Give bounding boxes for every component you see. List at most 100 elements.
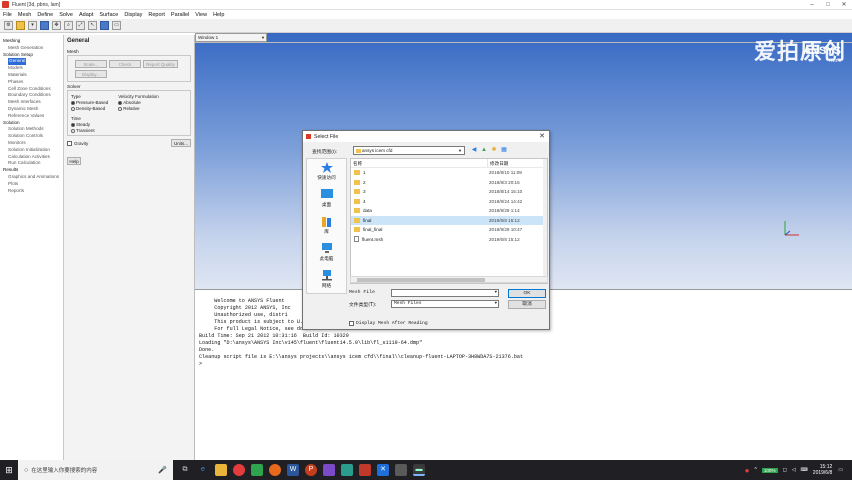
- visual-studio-icon[interactable]: ✕: [377, 464, 389, 476]
- save-icon[interactable]: ▾: [28, 21, 37, 30]
- view-menu-icon[interactable]: ▦: [500, 146, 508, 154]
- column-name[interactable]: 名称: [351, 159, 487, 167]
- tree-item[interactable]: Models: [0, 65, 63, 72]
- file-row[interactable]: final_final 2018/9/29 10:47: [351, 225, 547, 235]
- file-row[interactable]: 4 2018/9/24 14:42: [351, 197, 547, 207]
- console-prompt[interactable]: >: [199, 361, 852, 368]
- minimize-button[interactable]: –: [804, 0, 820, 10]
- tree-item-label[interactable]: General: [8, 58, 27, 66]
- network-icon[interactable]: ◻: [783, 467, 787, 473]
- gear-icon[interactable]: ⚙: [4, 21, 13, 30]
- file-explorer-icon[interactable]: [215, 464, 227, 476]
- app-purple-icon[interactable]: [323, 464, 335, 476]
- zoom-icon[interactable]: ⌕: [64, 21, 73, 30]
- tree-item[interactable]: Mesh Interfaces: [0, 99, 63, 106]
- file-row[interactable]: 1 2018/8/10 11:09: [351, 168, 547, 178]
- windows-start-icon[interactable]: ⊞: [0, 460, 18, 480]
- tray-chevron-icon[interactable]: ^: [754, 467, 756, 473]
- scale-button[interactable]: Scale...: [75, 60, 107, 68]
- menu-report[interactable]: Report: [148, 12, 165, 18]
- menu-surface[interactable]: Surface: [99, 12, 118, 18]
- menu-define[interactable]: Define: [37, 12, 53, 18]
- layout-icon[interactable]: [100, 21, 109, 30]
- notification-icon[interactable]: ▭: [838, 467, 843, 473]
- app-green-icon[interactable]: [251, 464, 263, 476]
- display-mesh-checkbox[interactable]: Display Mesh After Reading: [349, 321, 428, 326]
- tree-item[interactable]: Graphics and Animations: [0, 174, 63, 181]
- menu-display[interactable]: Display: [124, 12, 142, 18]
- place-libraries[interactable]: 库: [307, 213, 346, 240]
- tree-item[interactable]: Calculation Activities: [0, 154, 63, 161]
- back-icon[interactable]: ◀: [470, 146, 478, 154]
- battery-indicator[interactable]: 100%: [761, 467, 778, 473]
- pan-icon[interactable]: ✥: [52, 21, 61, 30]
- maximize-button[interactable]: □: [820, 0, 836, 10]
- zoom-fit-icon[interactable]: ⤢: [76, 21, 85, 30]
- file-row-selected[interactable]: final 2019/6/8 15:12: [351, 215, 547, 225]
- tree-item[interactable]: Mesh Generation: [0, 45, 63, 52]
- microphone-icon[interactable]: 🎤: [158, 466, 167, 474]
- density-based-radio[interactable]: Density-Based: [71, 106, 108, 111]
- file-type-select[interactable]: Mesh Files ▼: [391, 300, 499, 308]
- file-row[interactable]: 2 2018/8/3 20:15: [351, 178, 547, 188]
- place-desktop[interactable]: 桌面: [307, 186, 346, 213]
- close-icon[interactable]: ✕: [539, 131, 545, 142]
- app-red-icon[interactable]: [233, 464, 245, 476]
- display-button[interactable]: Display...: [75, 70, 107, 78]
- rotate-icon[interactable]: [40, 21, 49, 30]
- tree-item[interactable]: Solution: [0, 120, 63, 127]
- up-folder-icon[interactable]: ▲: [480, 146, 488, 154]
- window-select[interactable]: Window 1 ▼: [195, 33, 267, 42]
- steady-radio[interactable]: Steady: [71, 122, 187, 127]
- tree-item[interactable]: Solution Methods: [0, 126, 63, 133]
- place-quick-access[interactable]: 快速访问: [307, 159, 346, 186]
- firefox-icon[interactable]: [269, 464, 281, 476]
- tree-item[interactable]: Boundary Conditions: [0, 92, 63, 99]
- file-row[interactable]: 3 2018/8/14 15:10: [351, 187, 547, 197]
- menu-help[interactable]: Help: [213, 12, 224, 18]
- word-icon[interactable]: W: [287, 464, 299, 476]
- column-date[interactable]: 修改日期: [487, 159, 545, 167]
- new-folder-icon[interactable]: ✱: [490, 146, 498, 154]
- tree-item[interactable]: Reports: [0, 188, 63, 195]
- pressure-based-radio[interactable]: Pressure-Based: [71, 100, 108, 105]
- place-this-pc[interactable]: 此电脑: [307, 240, 346, 267]
- ok-button[interactable]: OK: [508, 289, 546, 298]
- file-row[interactable]: data 2018/9/29 1:14: [351, 206, 547, 216]
- horizontal-scrollbar[interactable]: [350, 276, 548, 283]
- menu-parallel[interactable]: Parallel: [171, 12, 189, 18]
- app-teal-icon[interactable]: [341, 464, 353, 476]
- help-button[interactable]: Help: [67, 157, 81, 165]
- check-button[interactable]: Check: [109, 60, 141, 68]
- clock[interactable]: 15:12 2019/6/8: [813, 464, 832, 476]
- app-red2-icon[interactable]: [359, 464, 371, 476]
- look-in-select[interactable]: ansys icem cfd ▼: [353, 146, 465, 155]
- tree-item[interactable]: Run Calculation: [0, 160, 63, 167]
- tree-item[interactable]: Results: [0, 167, 63, 174]
- tree-item[interactable]: Solution Initialization: [0, 147, 63, 154]
- file-name-input[interactable]: ▼: [391, 289, 499, 297]
- task-view-icon[interactable]: ⧉: [179, 464, 191, 476]
- fluent-taskbar-icon[interactable]: ▬: [413, 464, 425, 476]
- close-button[interactable]: ✕: [836, 0, 852, 10]
- place-network[interactable]: 网络: [307, 267, 346, 294]
- units-button[interactable]: Units...: [171, 139, 191, 147]
- tree-item[interactable]: Dynamic Mesh: [0, 106, 63, 113]
- tree-item[interactable]: Solution Setup: [0, 52, 63, 59]
- tree-item[interactable]: Reference Values: [0, 113, 63, 120]
- window-layout-icon[interactable]: ▭: [112, 21, 121, 30]
- open-folder-icon[interactable]: [16, 21, 25, 30]
- tree-item[interactable]: Meshing: [0, 38, 63, 45]
- volume-icon[interactable]: ◁: [792, 467, 796, 473]
- scroll-thumb[interactable]: [357, 278, 485, 282]
- edge-icon[interactable]: e: [197, 464, 209, 476]
- file-row[interactable]: fluent.msh 2019/6/8 15:12: [351, 235, 547, 245]
- cancel-button[interactable]: 取消: [508, 300, 546, 309]
- gravity-checkbox[interactable]: Gravity: [67, 141, 88, 146]
- menu-solve[interactable]: Solve: [59, 12, 73, 18]
- record-icon[interactable]: ●: [745, 466, 750, 475]
- tree-item[interactable]: Plots: [0, 181, 63, 188]
- absolute-radio[interactable]: Absolute: [118, 100, 159, 105]
- taskbar-search[interactable]: ○ 在这里输入你要搜索的内容 🎤: [18, 460, 173, 480]
- menu-adapt[interactable]: Adapt: [79, 12, 93, 18]
